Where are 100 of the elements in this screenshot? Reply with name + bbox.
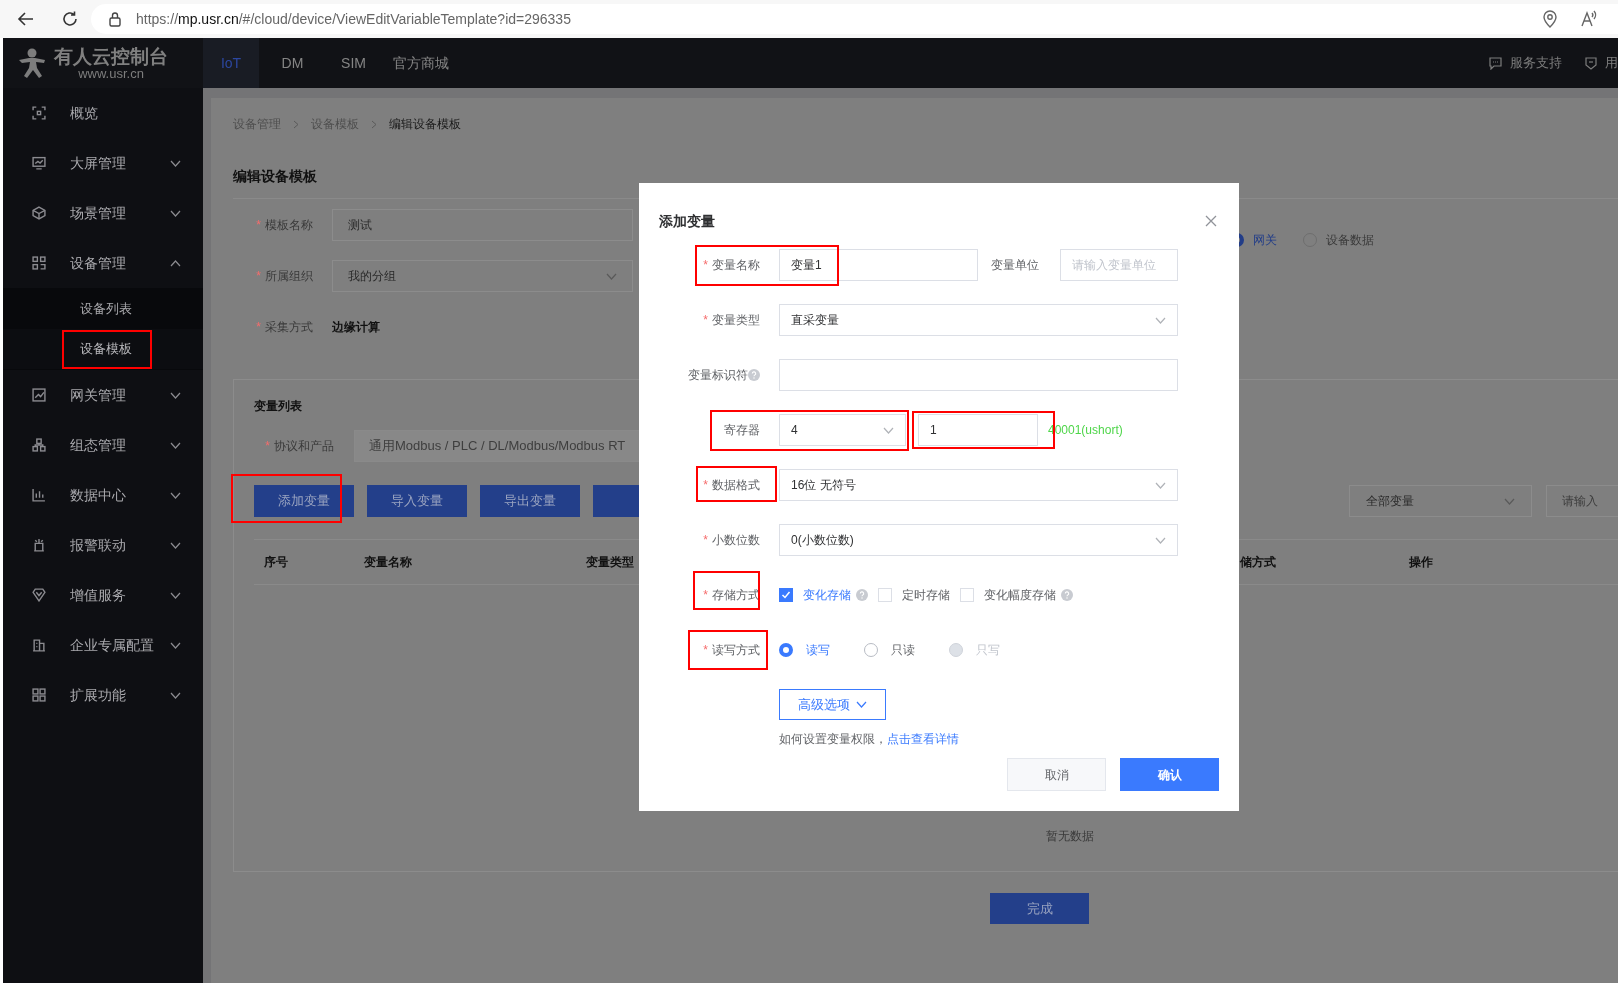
chevron-icon — [1155, 481, 1166, 489]
select-field[interactable]: 我的分组 — [332, 260, 633, 292]
action-button[interactable]: 导出变量 — [480, 485, 580, 517]
menu-item-icon — [32, 688, 46, 702]
field-label: * 协议和产品 — [265, 438, 334, 455]
help-icon[interactable] — [1061, 589, 1073, 601]
chevron-icon — [1155, 536, 1166, 544]
back-icon[interactable] — [17, 10, 35, 28]
chevron-icon — [1155, 316, 1166, 324]
menu-item-icon — [32, 156, 46, 170]
person-logo-icon — [18, 48, 46, 78]
text-input[interactable]: 测试 — [332, 209, 633, 241]
cancel-button[interactable]: 取消 — [1007, 758, 1106, 791]
field-label: * 数据格式 — [703, 477, 760, 494]
reload-icon[interactable] — [61, 10, 79, 28]
column-header: 序号 — [263, 554, 289, 571]
radio-label[interactable]: 读写 — [806, 641, 830, 659]
breadcrumb-item: 编辑设备模板 — [389, 116, 461, 133]
chevron-icon — [1504, 497, 1516, 505]
header-link[interactable]: 服务支持 — [1510, 53, 1562, 73]
details-link[interactable]: 点击查看详情 — [887, 732, 959, 746]
caret-icon — [856, 701, 867, 708]
logo-title: 有人云控制台 — [54, 46, 168, 66]
advanced-options-button[interactable]: 高级选项 — [779, 689, 886, 720]
sidebar-item[interactable]: 数据中心 — [3, 470, 203, 520]
location-pin-icon[interactable] — [1542, 10, 1558, 28]
sidebar-item[interactable]: 扩展功能 — [3, 670, 203, 720]
sidebar-item[interactable]: 企业专属配置 — [3, 620, 203, 670]
close-icon[interactable] — [1205, 215, 1217, 227]
checkbox[interactable] — [878, 588, 892, 602]
action-button[interactable]: 导入变量 — [367, 485, 467, 517]
submenu-item[interactable]: 设备模板 — [3, 329, 203, 369]
menu-item-icon — [32, 388, 46, 402]
submenu-item[interactable]: 设备列表 — [3, 289, 203, 329]
menu-item-icon — [32, 488, 46, 502]
radio-button[interactable] — [864, 643, 878, 657]
field-label: * 小数位数 — [703, 532, 760, 549]
shield-icon — [1585, 56, 1597, 70]
search-field[interactable]: 请输入 — [1546, 485, 1618, 517]
radio-label[interactable]: 只读 — [891, 641, 915, 659]
menu-item-icon — [32, 588, 46, 602]
checkbox-label[interactable]: 变化幅度存储 — [984, 586, 1056, 604]
column-header: 操作 — [1409, 554, 1434, 571]
menu-item-icon — [32, 206, 46, 220]
url-text: https://mp.usr.cn/#/cloud/device/ViewEditVariableTemplate?id=296335 — [136, 9, 571, 29]
chevron-icon — [606, 272, 617, 280]
menu-item-icon — [32, 106, 46, 120]
menu-item-icon — [32, 638, 46, 652]
header-link[interactable]: 用 — [1605, 53, 1618, 73]
filter-select[interactable]: 全部变量 — [1349, 485, 1533, 517]
sidebar-item[interactable]: 概览 — [3, 88, 203, 138]
help-icon[interactable] — [748, 369, 760, 381]
nav-tab[interactable]: 官方商城 — [381, 38, 461, 88]
lock-icon[interactable] — [108, 11, 122, 27]
checkbox[interactable] — [960, 588, 974, 602]
field-value: 边缘计算 — [332, 319, 380, 336]
select-field[interactable]: 直采变量 — [779, 304, 1178, 336]
sidebar-item[interactable]: 报警联动 — [3, 520, 203, 570]
field-label: * 读写方式 — [703, 642, 760, 659]
field-label: * 模板名称 — [256, 217, 313, 234]
help-icon[interactable] — [856, 589, 868, 601]
confirm-button[interactable]: 确认 — [1120, 758, 1219, 791]
select-field[interactable]: 16位 无符号 — [779, 469, 1178, 501]
nav-tab[interactable]: SIM — [326, 38, 381, 88]
breadcrumb-separator-icon — [293, 119, 299, 129]
field-label: * 所属组织 — [256, 268, 313, 285]
breadcrumb-separator-icon — [371, 119, 377, 129]
chevron-icon — [883, 426, 894, 434]
select-field[interactable]: 4 — [779, 414, 906, 446]
nav-tab[interactable]: DM — [259, 38, 326, 88]
select-field[interactable]: 0(小数位数) — [779, 524, 1178, 556]
text-input[interactable]: 变量1 — [779, 249, 978, 281]
checkbox-label[interactable]: 变化存储 — [803, 586, 851, 604]
sidebar-item[interactable]: 网关管理 — [3, 370, 203, 420]
sidebar-item[interactable]: 场景管理 — [3, 188, 203, 238]
sidebar-item[interactable]: 组态管理 — [3, 420, 203, 470]
highlight-frame — [693, 571, 760, 610]
radio-option[interactable]: 设备数据 — [1303, 231, 1374, 249]
field-label: 变量单位 — [991, 257, 1039, 274]
column-header: 变量名称 — [364, 554, 413, 571]
radio-button[interactable] — [779, 643, 793, 657]
action-button[interactable]: 添加变量 — [254, 485, 354, 517]
checkbox[interactable] — [779, 588, 793, 602]
read-aloud-icon[interactable] — [1580, 10, 1598, 28]
field-label: * 变量名称 — [703, 257, 760, 274]
checkbox-label[interactable]: 定时存储 — [902, 586, 950, 604]
finish-button[interactable]: 完成 — [990, 893, 1089, 924]
field-label: 变量标识符 — [688, 367, 748, 384]
dialog-title: 添加变量 — [659, 211, 715, 231]
field-label: * 变量类型 — [703, 312, 760, 329]
text-input[interactable]: 1 — [918, 414, 1038, 446]
text-input[interactable] — [779, 359, 1178, 391]
column-header: 储方式 — [1240, 554, 1277, 571]
sidebar-item[interactable]: 增值服务 — [3, 570, 203, 620]
sidebar-item[interactable]: 大屏管理 — [3, 138, 203, 188]
address-bar[interactable]: https://mp.usr.cn/#/cloud/device/ViewEditVariableTemplate?id=296335 — [91, 4, 1618, 34]
permission-hint: 如何设置变量权限，点击查看详情 — [779, 731, 960, 746]
sidebar-item[interactable]: 设备管理 — [3, 238, 203, 288]
chat-icon — [1489, 56, 1502, 70]
column-header: 变量类型 — [586, 554, 635, 571]
